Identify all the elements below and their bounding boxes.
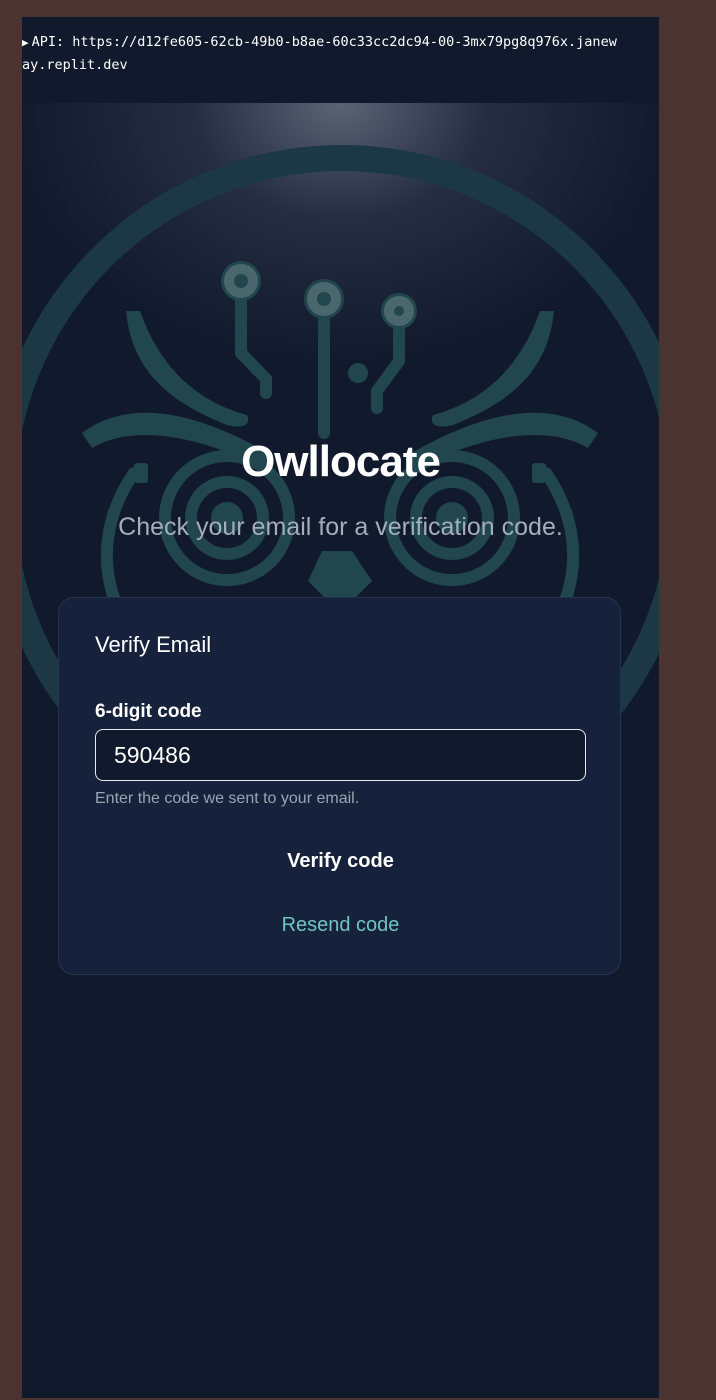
- page-subtitle: Check your email for a verification code…: [118, 513, 563, 541]
- code-field-label: 6-digit code: [95, 701, 202, 722]
- api-debug-bar: ▶ API: https://d12fe605-62cb-49b0-b8ae-60…: [22, 17, 659, 103]
- card-title: Verify Email: [95, 632, 212, 657]
- verify-email-card: Verify Email 6-digit code Enter the code…: [58, 597, 621, 975]
- app-viewport: ▶ API: https://d12fe605-62cb-49b0-b8ae-60…: [22, 17, 659, 1398]
- disclosure-triangle-icon[interactable]: ▶: [22, 36, 29, 49]
- code-helper-text: Enter the code we sent to your email.: [95, 790, 360, 807]
- api-disclosure[interactable]: ▶ API: https://d12fe605-62cb-49b0-b8ae-60…: [22, 31, 622, 76]
- verification-code-input[interactable]: [95, 729, 586, 781]
- verify-code-button[interactable]: Verify code: [95, 838, 586, 884]
- resend-code-button[interactable]: Resend code: [95, 905, 586, 945]
- api-url-text: API: https://d12fe605-62cb-49b0-b8ae-60c…: [22, 34, 617, 73]
- app-title: Owllocate: [241, 437, 441, 486]
